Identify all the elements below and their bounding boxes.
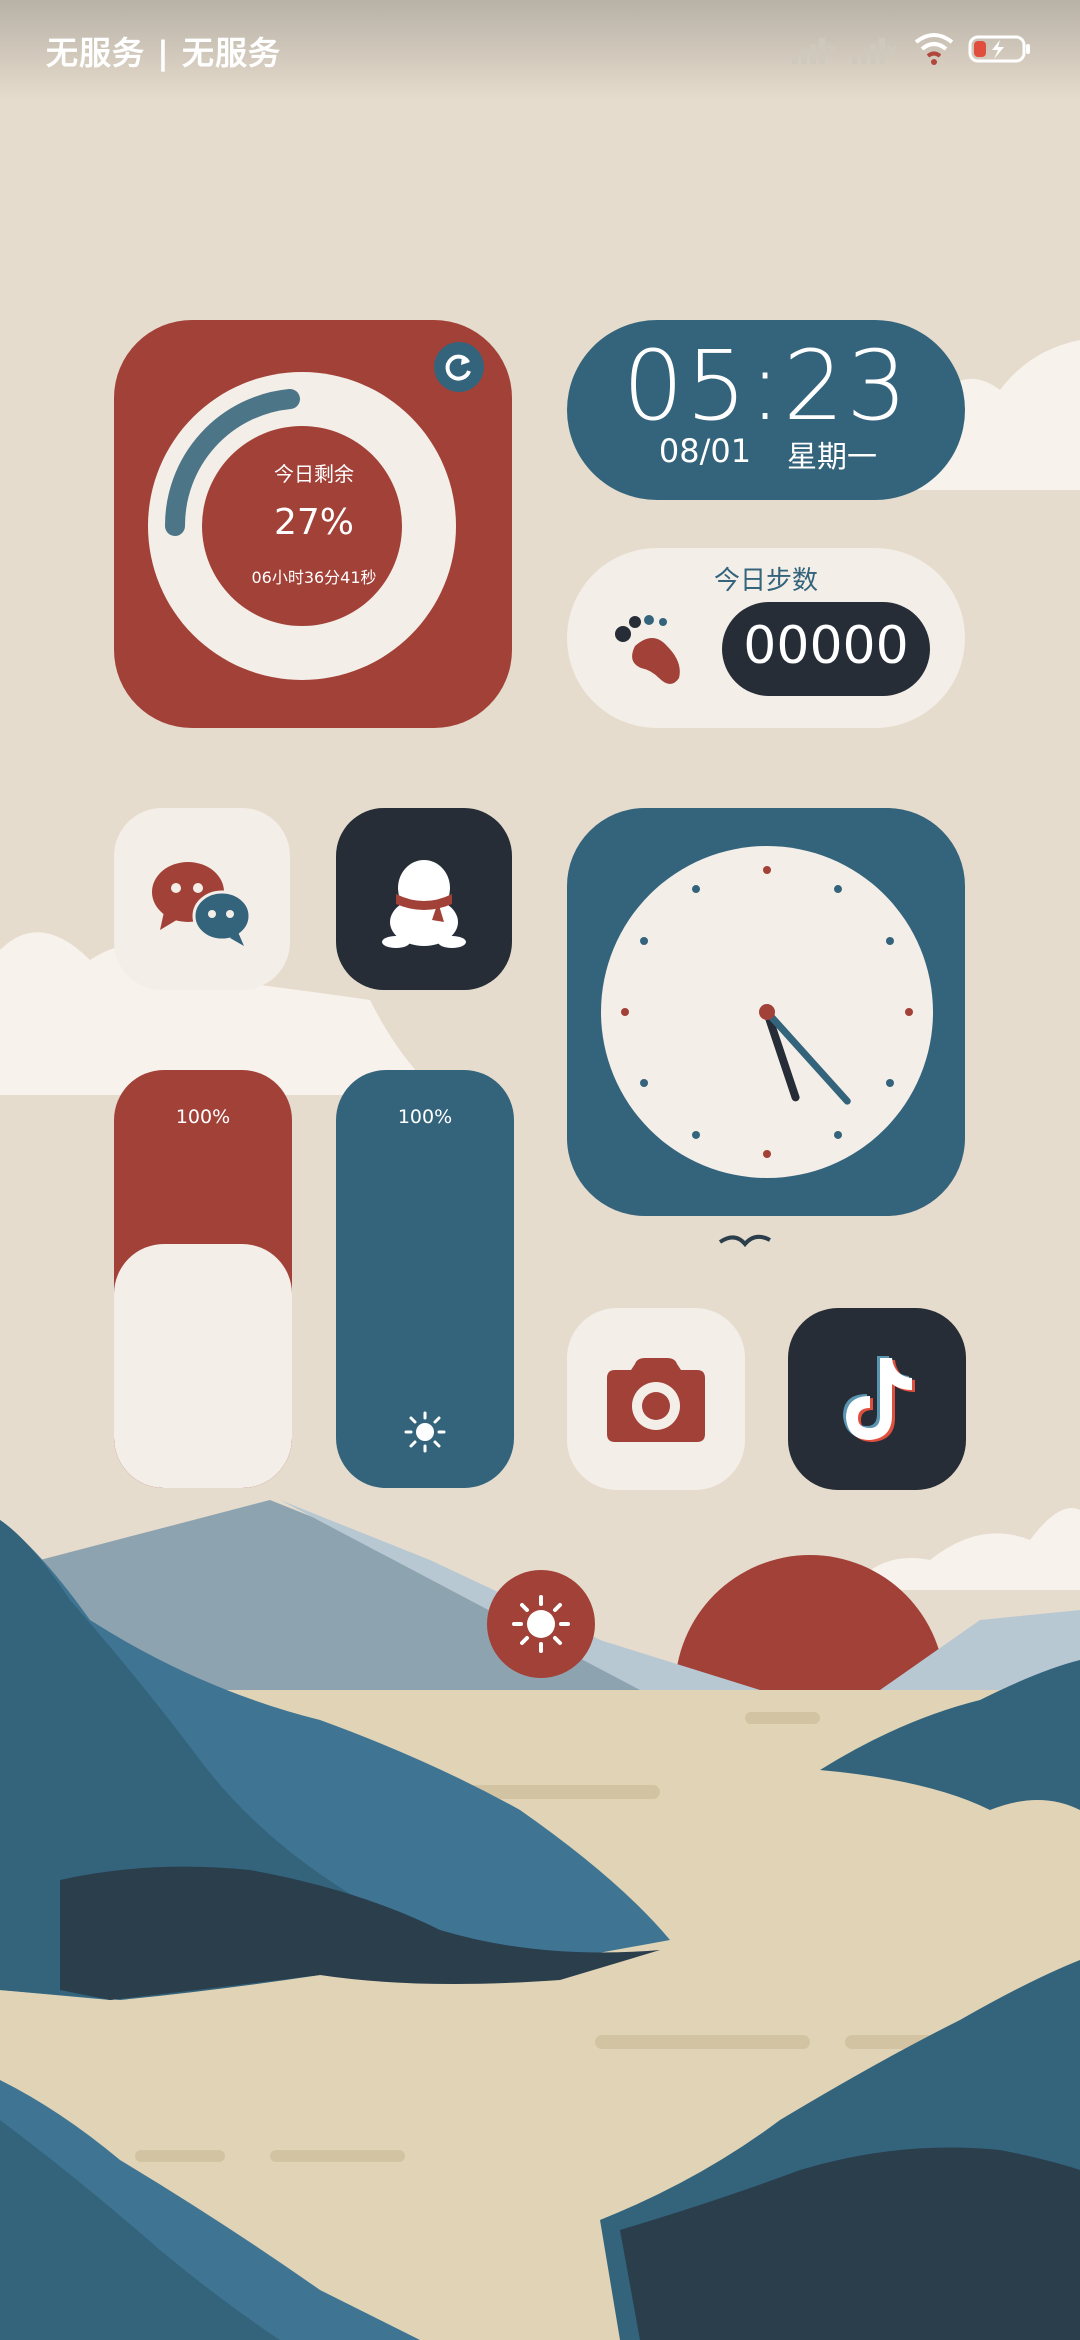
clock-tick	[763, 866, 771, 874]
sun-icon	[404, 1411, 446, 1453]
wechat-app[interactable]	[114, 808, 290, 990]
day-progress-widget[interactable]: 今日剩余 27% 06小时36分41秒	[114, 320, 512, 728]
brightness-slider[interactable]: 100%	[336, 1070, 514, 1488]
douyin-app[interactable]	[788, 1308, 966, 1490]
tiktok-icon	[843, 1356, 915, 1442]
steps-count-pill: 00000	[722, 602, 930, 696]
carrier-label: 无服务 | 无服务	[46, 34, 281, 72]
clock-tick	[640, 1079, 649, 1087]
digital-clock-widget[interactable]: 05:23 08/01 星期一	[567, 320, 965, 500]
wifi-icon	[914, 33, 954, 65]
steps-widget[interactable]: 今日步数 00000	[567, 548, 965, 728]
signal-icon	[792, 38, 838, 64]
clock-tick	[640, 937, 649, 945]
clock-tick	[905, 1008, 913, 1016]
signal-icon	[852, 38, 898, 64]
clock-tick	[834, 1130, 842, 1139]
camera-app[interactable]	[567, 1308, 745, 1490]
sun-icon	[512, 1595, 570, 1653]
qq-penguin-icon	[382, 860, 466, 948]
clock-tick	[885, 937, 894, 945]
wechat-icon	[152, 862, 252, 946]
clock-tick	[885, 1079, 894, 1087]
footprints-icon	[615, 615, 680, 684]
weather-button[interactable]	[487, 1570, 595, 1678]
clock-tick	[621, 1008, 629, 1016]
progress-remaining: 06小时36分41秒	[251, 568, 377, 587]
clock-tick	[692, 885, 700, 894]
clock-weekday: 星期一	[787, 440, 877, 475]
volume-level-label: 100%	[175, 1106, 231, 1128]
analog-clock-widget[interactable]	[567, 808, 965, 1216]
volume-slider-track	[114, 1244, 292, 1488]
qq-app[interactable]	[336, 808, 512, 990]
refresh-icon[interactable]	[434, 342, 484, 392]
volume-slider[interactable]: 100%	[114, 1070, 292, 1488]
progress-percent: 27%	[273, 502, 354, 543]
steps-title: 今日步数	[713, 566, 818, 596]
brightness-level-label: 100%	[397, 1106, 453, 1128]
clock-center	[759, 1004, 775, 1020]
clock-tick	[763, 1150, 771, 1158]
analog-clock-face	[601, 846, 933, 1178]
clock-tick	[834, 885, 842, 894]
clock-tick	[692, 1130, 700, 1139]
progress-title: 今日剩余	[274, 462, 354, 486]
clock-date: 08/01	[658, 432, 752, 470]
clock-time: 05:23	[622, 330, 910, 442]
steps-count: 00000	[743, 616, 909, 676]
battery-charging-icon	[968, 35, 1030, 63]
camera-icon	[607, 1358, 705, 1442]
